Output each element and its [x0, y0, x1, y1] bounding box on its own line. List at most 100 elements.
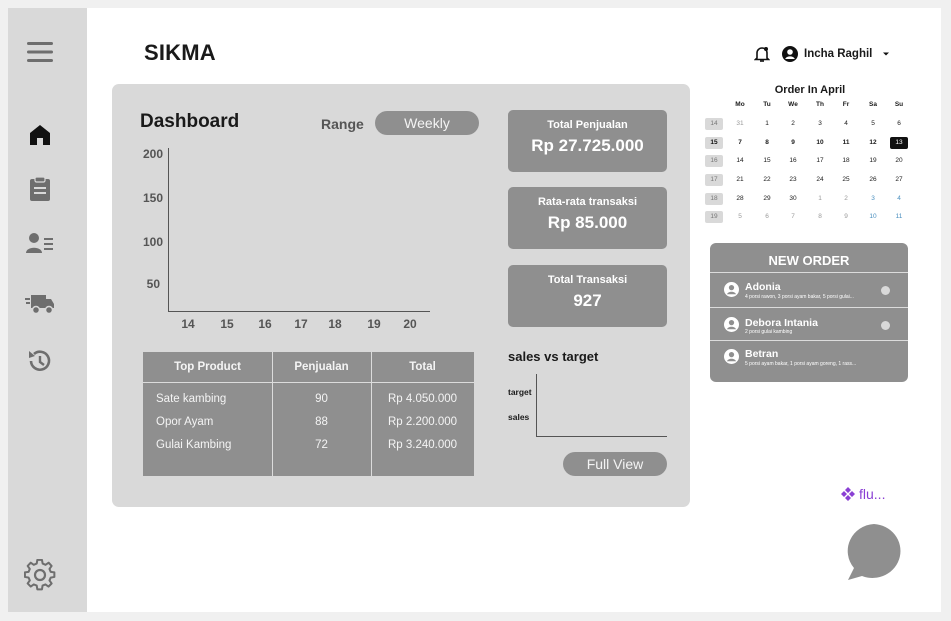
notification-bell-icon[interactable]	[754, 44, 770, 64]
history-icon[interactable]	[0, 348, 79, 374]
calendar-day[interactable]: 5	[731, 211, 749, 223]
calendar-day[interactable]: 26	[864, 174, 882, 186]
column-header: Penjualan	[294, 361, 349, 373]
calendar-day[interactable]: 9	[784, 137, 802, 149]
range-dropdown[interactable]: Weekly	[375, 111, 479, 135]
calendar-week-number: 18	[705, 193, 723, 205]
user-menu[interactable]: Incha Raghil	[782, 44, 890, 64]
full-view-button[interactable]: Full View	[563, 452, 667, 476]
top-product-table: Top Product Penjualan Total Sate kambing…	[143, 352, 474, 476]
calendar-day[interactable]: 14	[731, 155, 749, 167]
calendar-day[interactable]: 11	[890, 211, 908, 223]
calendar-day[interactable]: 30	[784, 193, 802, 205]
stat-card-total-penjualan: Total Penjualan Rp 27.725.000	[508, 110, 667, 172]
stat-value: 927	[573, 291, 602, 310]
target-label: target	[508, 387, 532, 397]
divider	[710, 307, 908, 308]
calendar-day[interactable]: 12	[864, 137, 882, 149]
calendar-day[interactable]: 20	[890, 155, 908, 167]
y-tick-label: 50	[146, 277, 160, 291]
new-order-title: NEW ORDER	[768, 253, 850, 268]
x-tick-label: 19	[367, 317, 381, 331]
settings-icon[interactable]	[0, 559, 79, 591]
calendar-day[interactable]: 31	[731, 118, 749, 130]
calendar-day[interactable]: 7	[731, 137, 749, 149]
calendar-day[interactable]: 3	[864, 193, 882, 205]
user-name: Incha Raghil	[804, 48, 873, 60]
y-axis	[168, 148, 169, 312]
stat-value: Rp 27.725.000	[531, 136, 644, 155]
product-total: Rp 4.050.000	[387, 393, 458, 405]
product-sales: 88	[315, 416, 328, 428]
calendar-title: Order In April	[774, 84, 846, 96]
calendar-day[interactable]: 6	[890, 118, 908, 130]
calendar-day[interactable]: 6	[758, 211, 776, 223]
calendar-day[interactable]: 10	[864, 211, 882, 223]
x-tick-label: 15	[220, 317, 234, 331]
chat-bubble-icon[interactable]	[844, 522, 904, 587]
order-customer-name: Betran	[745, 348, 779, 360]
calendar-day[interactable]: 7	[784, 211, 802, 223]
calendar-day[interactable]: 1	[811, 193, 829, 205]
calendar-day[interactable]: 9	[837, 211, 855, 223]
new-order-panel: NEW ORDER Adonia 4 porsi rawon, 3 porsi …	[710, 243, 908, 382]
calendar-day[interactable]: 29	[758, 193, 776, 205]
contacts-icon[interactable]	[0, 231, 79, 255]
calendar-day[interactable]: 8	[758, 137, 776, 149]
product-name: Gulai Kambing	[156, 439, 232, 451]
calendar-day-header: Fr	[842, 101, 850, 108]
divider	[710, 340, 908, 341]
menu-icon[interactable]	[0, 38, 79, 66]
calendar-day[interactable]: 2	[837, 193, 855, 205]
calendar-day[interactable]: 11	[837, 137, 855, 149]
calendar-day[interactable]: 16	[784, 155, 802, 167]
calendar-day-header: We	[788, 101, 798, 108]
calendar-day[interactable]: 3	[811, 118, 829, 130]
calendar-day[interactable]: 8	[811, 211, 829, 223]
y-tick-label: 150	[142, 191, 163, 205]
calendar-day[interactable]: 25	[837, 174, 855, 186]
calendar-day[interactable]: 10	[811, 137, 829, 149]
calendar-day[interactable]: 21	[731, 174, 749, 186]
plugin-logo-icon	[841, 487, 855, 501]
clipboard-icon[interactable]	[0, 176, 79, 202]
plugin-badge[interactable]: flu...	[840, 486, 885, 502]
calendar-day[interactable]: 28	[731, 193, 749, 205]
calendar-week-number: 19	[705, 211, 723, 223]
calendar-day[interactable]: 19	[864, 155, 882, 167]
x-axis	[168, 311, 430, 312]
calendar-day[interactable]: 23	[784, 174, 802, 186]
calendar-day[interactable]: 27	[890, 174, 908, 186]
product-name: Opor Ayam	[156, 416, 214, 428]
calendar-day[interactable]: 15	[758, 155, 776, 167]
y-tick-label: 100	[142, 235, 163, 249]
header-divider	[143, 382, 474, 383]
x-tick-label: 20	[403, 317, 417, 331]
calendar-day[interactable]: 22	[758, 174, 776, 186]
sales-vs-target-title: sales vs target	[508, 349, 599, 364]
calendar-day[interactable]: 1	[758, 118, 776, 130]
calendar-day[interactable]: 2	[784, 118, 802, 130]
range-label: Range	[321, 116, 364, 132]
status-dot	[881, 321, 890, 330]
calendar-day[interactable]: 5	[864, 118, 882, 130]
home-icon[interactable]	[0, 123, 79, 147]
delivery-truck-icon[interactable]	[0, 292, 79, 316]
calendar-day[interactable]: 13	[890, 137, 908, 149]
calendar-day[interactable]: 17	[811, 155, 829, 167]
order-description: 4 porsi rawon, 3 porsi ayam bakar, 5 por…	[745, 294, 854, 300]
calendar-day[interactable]: 4	[890, 193, 908, 205]
calendar-day[interactable]: 4	[837, 118, 855, 130]
x-tick-label: 14	[181, 317, 195, 331]
calendar-week-number: 14	[705, 118, 723, 130]
stat-value: Rp 85.000	[547, 213, 628, 232]
calendar-day[interactable]: 24	[811, 174, 829, 186]
dashboard-title: Dashboard	[140, 111, 240, 132]
stat-label: Total Penjualan	[547, 119, 628, 131]
svt-x-axis	[536, 436, 667, 437]
x-tick-label: 16	[258, 317, 272, 331]
plugin-label: flu...	[859, 486, 886, 502]
calendar-day-header: Tu	[763, 101, 771, 108]
calendar-day[interactable]: 18	[837, 155, 855, 167]
calendar-day-header: Mo	[735, 101, 745, 108]
